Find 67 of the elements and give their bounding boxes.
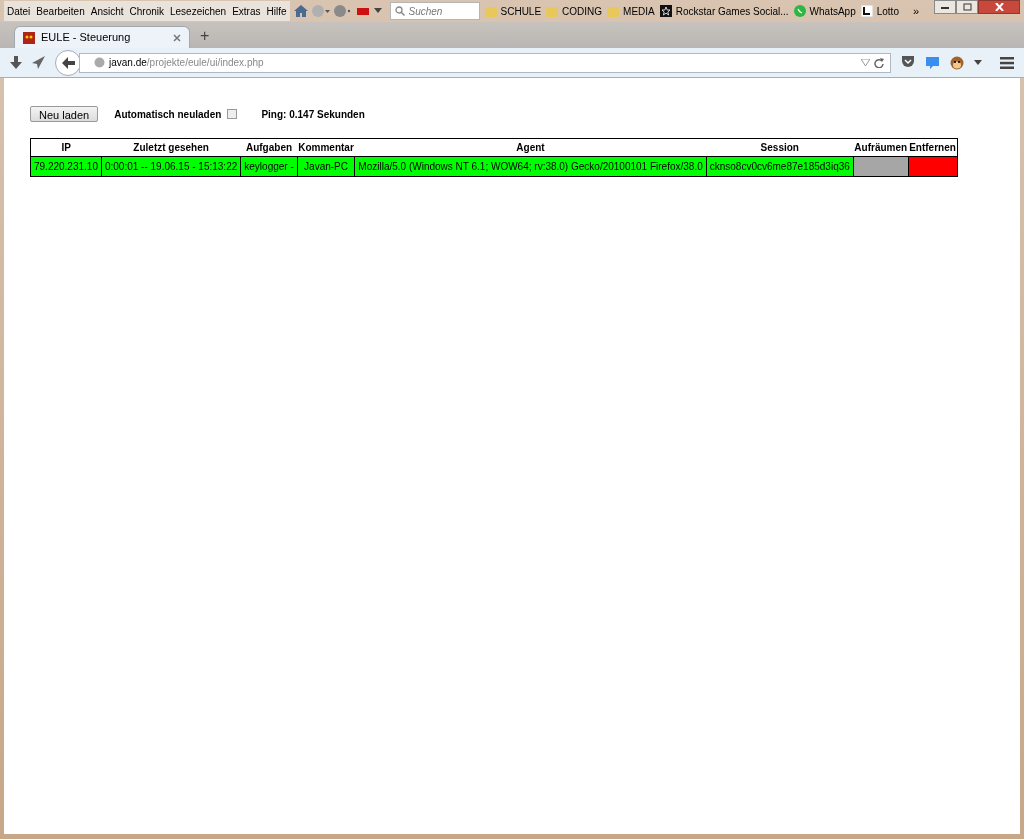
search-field[interactable]: Suchen [408, 3, 473, 19]
column-header: Agent [354, 138, 707, 157]
menu-item[interactable]: Datei [4, 3, 34, 19]
minimize-icon [941, 5, 949, 9]
menu-item[interactable]: Ansicht [87, 3, 127, 19]
address-bar[interactable]: javan.de/projekte/eule/ui/index.php [79, 52, 891, 73]
letter-icon [860, 5, 873, 17]
action-cell[interactable] [853, 156, 909, 177]
back-button[interactable] [55, 49, 81, 76]
dropdown-icon[interactable] [373, 8, 382, 14]
menu-icon[interactable] [1000, 56, 1014, 69]
pocket-icon[interactable] [901, 56, 915, 69]
home-icon[interactable] [293, 5, 308, 17]
column-header: Entfernen [908, 138, 958, 157]
column-header: Kommentar [297, 138, 355, 157]
menu-item[interactable]: Chronik [126, 3, 167, 19]
new-tab-button[interactable]: + [200, 28, 210, 44]
paper-plane-icon[interactable] [32, 56, 45, 69]
menu-item[interactable]: Extras [229, 3, 264, 19]
reload-icon[interactable] [874, 57, 884, 68]
folder-icon [484, 5, 497, 17]
bookmark-link[interactable]: MEDIA [607, 3, 655, 19]
close-icon [994, 3, 1004, 11]
url-text: javan.de/projekte/eule/ui/index.php [109, 56, 264, 70]
dropdown-icon[interactable] [974, 60, 982, 65]
minimize-button[interactable] [934, 0, 956, 14]
column-header: Aufgaben [240, 138, 298, 157]
bookmark-link[interactable]: WhatsApp [793, 3, 856, 19]
browser-tab[interactable]: EULE - Steuerung [14, 26, 190, 48]
close-button[interactable] [978, 0, 1020, 14]
table-cell: Mozilla/5.0 (Windows NT 6.1; WOW64; rv:38.0) Gecko/20100101 Firefox/38.0 [354, 156, 707, 177]
reload-button[interactable]: Neu laden [30, 106, 99, 122]
folder-icon [546, 5, 559, 17]
ping-text: Ping: 0.147 Sekunden [261, 107, 365, 122]
chat-icon [793, 5, 806, 17]
action-cell[interactable] [908, 156, 958, 177]
auto-reload-label: Automatisch neuladen [114, 107, 222, 122]
chat-bubble-icon[interactable] [925, 55, 940, 70]
star-icon [659, 5, 672, 17]
close-tab-icon[interactable] [173, 33, 181, 42]
search-box[interactable]: Suchen [389, 2, 480, 20]
bookmark-link[interactable]: SCHULE [484, 3, 542, 19]
bookmark-link[interactable]: CODING [546, 3, 603, 19]
bookmarks-overflow-button[interactable]: » [912, 2, 920, 20]
menu-item[interactable]: Bearbeiten [33, 3, 88, 19]
auto-reload-checkbox[interactable] [227, 109, 238, 119]
restore-icon [962, 3, 972, 11]
bookmark-link[interactable]: Lotto [860, 3, 899, 19]
monkey-face-icon[interactable] [950, 55, 964, 70]
menu-item[interactable]: Hilfe [263, 3, 290, 19]
bookmark-link[interactable]: Rockstar Games Social... [659, 3, 789, 19]
column-header: IP [30, 138, 102, 157]
table-cell: Javan-PC [297, 156, 355, 177]
folder-icon [607, 5, 620, 17]
column-header: Zuletzt gesehen [101, 138, 241, 157]
table-cell: 79.220.231.10 [30, 156, 102, 177]
column-header: Aufräumen [853, 138, 909, 157]
dropdown-arrow-icon[interactable] [861, 59, 870, 66]
table-cell: keylogger - [240, 156, 298, 177]
download-icon[interactable] [10, 56, 22, 69]
menu-item[interactable]: Lesezeichen [167, 3, 230, 19]
search-icon [394, 6, 405, 16]
table-cell: cknso8cv0cv6me87e185d3iq36 [706, 156, 854, 177]
back-arrow-icon [61, 56, 75, 69]
flag-icon[interactable] [355, 6, 370, 16]
column-header: Session [706, 138, 854, 157]
table-cell: 0:00:01 -- 19.06.15 - 15:13:22 [101, 156, 241, 177]
